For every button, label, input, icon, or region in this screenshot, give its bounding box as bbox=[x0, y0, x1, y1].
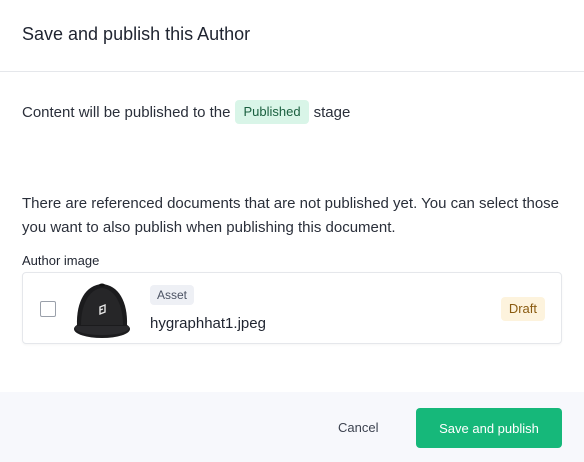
published-stage-badge: Published bbox=[235, 100, 309, 124]
hat-image-thumbnail bbox=[73, 279, 131, 339]
asset-filename: hygraphhat1.jpeg bbox=[150, 315, 266, 332]
stage-info: Content will be published to the Publish… bbox=[22, 100, 350, 124]
dialog-header: Save and publish this Author bbox=[0, 0, 584, 72]
author-image-label: Author image bbox=[22, 253, 100, 268]
stage-prefix-text: Content will be published to the bbox=[22, 103, 231, 121]
dialog-title: Save and publish this Author bbox=[22, 24, 251, 44]
hat-image-icon bbox=[74, 283, 130, 338]
reference-checkbox[interactable] bbox=[40, 301, 56, 317]
cancel-button[interactable]: Cancel bbox=[324, 409, 392, 445]
save-and-publish-button[interactable]: Save and publish bbox=[416, 408, 562, 448]
asset-type-badge: Asset bbox=[150, 285, 195, 305]
reference-item[interactable]: Asset hygraphhat1.jpeg Draft bbox=[22, 272, 562, 344]
references-description: There are referenced documents that are … bbox=[22, 195, 560, 236]
stage-suffix-text: stage bbox=[313, 103, 351, 121]
draft-status-badge: Draft bbox=[500, 297, 545, 321]
dialog-footer: Cancel Save and publish bbox=[0, 392, 584, 462]
